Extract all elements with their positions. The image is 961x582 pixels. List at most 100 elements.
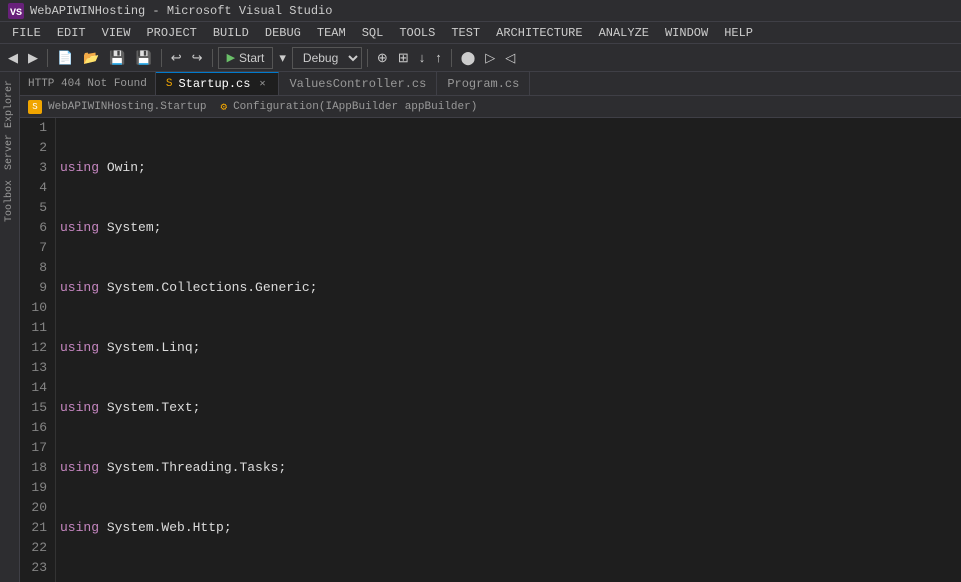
menu-test[interactable]: TEST <box>443 24 488 42</box>
toolbar-separator-1 <box>47 49 48 67</box>
tab-values[interactable]: ValuesController.cs <box>279 72 437 95</box>
left-toolbar: Server Explorer Toolbox <box>0 72 20 582</box>
line-num-5: 5 <box>24 198 47 218</box>
line-num-12: 12 <box>24 338 47 358</box>
code-line-4: using System.Linq; <box>60 338 957 358</box>
content-area: HTTP 404 Not Found S Startup.cs ✕ Values… <box>20 72 961 582</box>
path-bar: S WebAPIWINHosting.Startup ⚙ Configurati… <box>20 96 961 118</box>
undo-button[interactable]: ↩ <box>167 47 186 69</box>
line-numbers: 1 2 3 4 5 6 7 8 9 10 11 12 13 14 15 16 1… <box>20 118 56 582</box>
menu-project[interactable]: PROJECT <box>138 24 204 42</box>
menu-debug[interactable]: DEBUG <box>257 24 309 42</box>
toolbar: ◀ ▶ 📄 📂 💾 💾 ↩ ↪ ▶ Start ▾ Debug ⊕ ⊞ ↓ ↑ … <box>0 44 961 72</box>
prev-error-button[interactable]: ◁ <box>501 47 519 69</box>
start-button[interactable]: ▶ Start <box>218 47 274 69</box>
menu-window[interactable]: WINDOW <box>657 24 716 42</box>
back-button[interactable]: ◀ <box>4 47 22 69</box>
code-content[interactable]: using Owin; using System; using System.C… <box>56 118 961 582</box>
line-num-19: 19 <box>24 478 47 498</box>
step-into-button[interactable]: ↓ <box>415 47 430 69</box>
line-num-3: 3 <box>24 158 47 178</box>
save-all-button[interactable]: 💾 <box>132 47 156 69</box>
tab-bar: HTTP 404 Not Found S Startup.cs ✕ Values… <box>20 72 961 96</box>
window-title: WebAPIWINHosting - Microsoft Visual Stud… <box>30 4 332 18</box>
method-icon: ⚙ <box>220 100 227 114</box>
toolbox-label[interactable]: Toolbox <box>2 176 17 226</box>
attach-button[interactable]: ⊕ <box>373 47 392 69</box>
line-num-23: 23 <box>24 558 47 578</box>
class-icon: S <box>28 100 42 114</box>
tab-startup-close[interactable]: ✕ <box>256 77 268 91</box>
tab-startup[interactable]: S Startup.cs ✕ <box>156 72 280 95</box>
code-line-6: using System.Threading.Tasks; <box>60 458 957 478</box>
step-over-button[interactable]: ⊞ <box>394 47 413 69</box>
line-num-9: 9 <box>24 278 47 298</box>
menu-tools[interactable]: TOOLS <box>391 24 443 42</box>
server-explorer-label[interactable]: Server Explorer <box>2 76 17 174</box>
line-num-1: 1 <box>24 118 47 138</box>
step-out-button[interactable]: ↑ <box>431 47 446 69</box>
line-num-11: 11 <box>24 318 47 338</box>
new-project-button[interactable]: 📄 <box>53 47 77 69</box>
breakpoint-button[interactable]: ⬤ <box>457 47 480 69</box>
line-num-22: 22 <box>24 538 47 558</box>
line-num-15: 15 <box>24 398 47 418</box>
code-editor[interactable]: 1 2 3 4 5 6 7 8 9 10 11 12 13 14 15 16 1… <box>20 118 961 582</box>
toolbar-separator-5 <box>451 49 452 67</box>
code-line-8 <box>60 578 957 582</box>
tab-404[interactable]: HTTP 404 Not Found <box>20 72 156 95</box>
startup-cs-icon: S <box>166 78 173 90</box>
forward-button[interactable]: ▶ <box>24 47 42 69</box>
line-num-6: 6 <box>24 218 47 238</box>
toolbar-separator-4 <box>367 49 368 67</box>
menu-build[interactable]: BUILD <box>205 24 257 42</box>
menu-view[interactable]: VIEW <box>94 24 139 42</box>
tab-program-label: Program.cs <box>447 77 519 91</box>
menu-team[interactable]: TEAM <box>309 24 354 42</box>
debug-config-dropdown[interactable]: Debug <box>292 47 362 69</box>
line-num-20: 20 <box>24 498 47 518</box>
toolbar-separator-2 <box>161 49 162 67</box>
line-num-24: 24 <box>24 578 47 582</box>
code-line-2: using System; <box>60 218 957 238</box>
menu-file[interactable]: FILE <box>4 24 49 42</box>
svg-text:VS: VS <box>10 8 22 19</box>
main-layout: Server Explorer Toolbox HTTP 404 Not Fou… <box>0 72 961 582</box>
tab-404-label: HTTP 404 Not Found <box>28 78 147 90</box>
line-num-7: 7 <box>24 238 47 258</box>
line-num-8: 8 <box>24 258 47 278</box>
code-line-7: using System.Web.Http; <box>60 518 957 538</box>
menu-edit[interactable]: EDIT <box>49 24 94 42</box>
menu-help[interactable]: HELP <box>716 24 761 42</box>
menu-architecture[interactable]: ARCHITECTURE <box>488 24 590 42</box>
next-error-button[interactable]: ▷ <box>481 47 499 69</box>
line-num-13: 13 <box>24 358 47 378</box>
line-num-2: 2 <box>24 138 47 158</box>
line-num-16: 16 <box>24 418 47 438</box>
code-line-1: using Owin; <box>60 158 957 178</box>
start-dropdown-btn[interactable]: ▾ <box>275 47 290 69</box>
code-line-3: using System.Collections.Generic; <box>60 278 957 298</box>
save-button[interactable]: 💾 <box>105 47 129 69</box>
open-button[interactable]: 📂 <box>79 47 103 69</box>
menu-bar: FILE EDIT VIEW PROJECT BUILD DEBUG TEAM … <box>0 22 961 44</box>
line-num-21: 21 <box>24 518 47 538</box>
path-text: WebAPIWINHosting.Startup <box>48 101 206 113</box>
play-icon: ▶ <box>227 51 235 64</box>
method-text: Configuration(IAppBuilder appBuilder) <box>233 101 477 113</box>
line-num-17: 17 <box>24 438 47 458</box>
line-num-14: 14 <box>24 378 47 398</box>
menu-sql[interactable]: SQL <box>354 24 392 42</box>
line-num-4: 4 <box>24 178 47 198</box>
code-line-5: using System.Text; <box>60 398 957 418</box>
redo-button[interactable]: ↪ <box>188 47 207 69</box>
tab-values-label: ValuesController.cs <box>289 77 426 91</box>
vs-logo-icon: VS <box>8 3 24 19</box>
tab-program[interactable]: Program.cs <box>437 72 530 95</box>
menu-analyze[interactable]: ANALYZE <box>591 24 657 42</box>
line-num-10: 10 <box>24 298 47 318</box>
tab-startup-label: Startup.cs <box>178 77 250 91</box>
title-bar: VS WebAPIWINHosting - Microsoft Visual S… <box>0 0 961 22</box>
line-num-18: 18 <box>24 458 47 478</box>
toolbar-separator-3 <box>212 49 213 67</box>
